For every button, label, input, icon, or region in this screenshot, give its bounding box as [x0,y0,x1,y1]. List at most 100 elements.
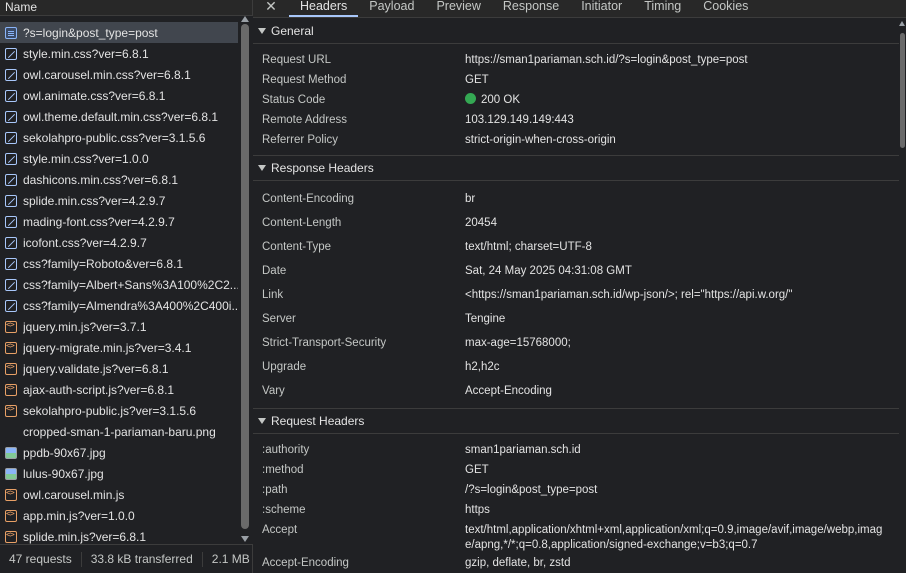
header-name: Date [262,265,287,277]
stylesheet-icon [5,131,17,144]
document-icon [5,26,17,39]
request-row[interactable]: sekolahpro-public.js?ver=3.1.5.6 [0,400,238,421]
general-section: General Request URL https://sman1pariaman… [253,19,899,156]
tab-cookies[interactable]: Cookies [692,0,759,17]
request-headers-section-header[interactable]: Request Headers [253,409,899,434]
request-row[interactable]: owl.animate.css?ver=6.8.1 [0,85,238,106]
tab-headers[interactable]: Headers [289,0,359,17]
scroll-down-arrow-icon[interactable] [241,536,249,542]
request-row[interactable]: icofont.css?ver=4.2.9.7 [0,232,238,253]
response-headers-body: Content-Encoding br Content-Length 20454 Con… [253,181,899,409]
close-icon[interactable]: ✕ [253,0,289,17]
header-value[interactable]: h2,h2c [465,355,899,379]
header-value[interactable]: 20454 [465,211,899,235]
details-scrollbar[interactable] [899,19,906,573]
request-row[interactable]: mading-font.css?ver=4.2.9.7 [0,211,238,232]
header-value[interactable]: <https://sman1pariaman.sch.id/wp-json/>;… [465,283,899,307]
transferred-size: 33.8 kB transferred [82,551,203,567]
header-name: Request URL [262,54,332,66]
request-headers-section: Request Headers :authority sman1pariaman.… [253,409,899,573]
header-row: Link <https://sman1pariaman.sch.id/wp-jso… [253,283,899,307]
request-name: ?s=login&post_type=post [23,25,158,40]
header-value[interactable]: text/html,application/xhtml+xml,applicat… [465,520,899,553]
request-row[interactable]: owl.carousel.min.js [0,484,238,505]
scroll-thumb[interactable] [241,24,249,529]
request-row[interactable]: css?family=Roboto&ver=6.8.1 [0,253,238,274]
request-row[interactable]: owl.carousel.min.css?ver=6.8.1 [0,64,238,85]
header-value[interactable]: Sat, 24 May 2025 04:31:08 GMT [465,259,899,283]
stylesheet-icon [5,194,17,207]
header-value[interactable]: https://sman1pariaman.sch.id/?s=login&po… [465,50,899,70]
request-row[interactable]: lulus-90x67.jpg [0,463,238,484]
header-value[interactable]: /?s=login&post_type=post [465,480,899,500]
request-row[interactable]: dashicons.min.css?ver=6.8.1 [0,169,238,190]
tab-response[interactable]: Response [492,0,570,17]
request-name: css?family=Albert+Sans%3A100%2C2... [23,277,238,292]
request-row[interactable]: cropped-sman-1-pariaman-baru.png [0,421,238,442]
header-value[interactable]: Tengine [465,307,899,331]
request-row[interactable]: css?family=Almendra%3A400%2C400i... [0,295,238,316]
headers-content: General Request URL https://sman1pariaman… [253,19,899,573]
request-row[interactable]: app.min.js?ver=1.0.0 [0,505,238,526]
request-row[interactable]: style.min.css?ver=1.0.0 [0,148,238,169]
response-headers-section-header[interactable]: Response Headers [253,156,899,181]
request-row[interactable]: splide.min.css?ver=4.2.9.7 [0,190,238,211]
tab-timing[interactable]: Timing [633,0,692,17]
header-row: Request Method GET [253,70,899,90]
request-name: jquery-migrate.min.js?ver=3.4.1 [23,340,192,355]
header-name: Content-Encoding [262,193,355,205]
request-row[interactable]: splide.min.js?ver=6.8.1 [0,526,238,544]
scroll-thumb[interactable] [900,33,905,148]
response-headers-section: Response Headers Content-Encoding br Conte… [253,156,899,409]
general-section-header[interactable]: General [253,19,899,44]
header-value[interactable]: GET [465,460,899,480]
stylesheet-icon [5,215,17,228]
request-row[interactable]: ?s=login&post_type=post [0,22,238,43]
header-name: Link [262,289,284,301]
header-row: Content-Type text/html; charset=UTF-8 [253,235,899,259]
request-row[interactable]: style.min.css?ver=6.8.1 [0,43,238,64]
request-row[interactable]: css?family=Albert+Sans%3A100%2C2... [0,274,238,295]
header-value[interactable]: 103.129.149.149:443 [465,110,899,130]
request-name: mading-font.css?ver=4.2.9.7 [23,214,175,229]
header-name: Remote Address [262,114,348,126]
header-name: :authority [262,444,310,456]
header-value[interactable]: https [465,500,899,520]
name-column-header[interactable]: Name [0,0,252,16]
header-value[interactable]: Accept-Encoding [465,379,899,403]
scroll-up-arrow-icon[interactable] [899,21,905,26]
header-value[interactable]: max-age=15768000; [465,331,899,355]
header-row: :authority sman1pariaman.sch.id [253,440,899,460]
status-ok-icon [465,93,476,105]
tab-initiator[interactable]: Initiator [570,0,633,17]
request-row[interactable]: jquery-migrate.min.js?ver=3.4.1 [0,337,238,358]
request-name: owl.theme.default.min.css?ver=6.8.1 [23,109,219,124]
request-row[interactable]: owl.theme.default.min.css?ver=6.8.1 [0,106,238,127]
section-title: Response Headers [271,161,374,175]
header-value[interactable]: GET [465,70,899,90]
request-name: style.min.css?ver=1.0.0 [23,151,149,166]
header-name: Upgrade [262,361,307,373]
request-name: icofont.css?ver=4.2.9.7 [23,235,147,250]
header-value[interactable]: br [465,187,899,211]
request-row[interactable]: sekolahpro-public.css?ver=3.1.5.6 [0,127,238,148]
header-row: Upgrade h2,h2c [253,355,899,379]
request-count: 47 requests [0,551,82,567]
header-value[interactable]: strict-origin-when-cross-origin [465,130,899,150]
header-value[interactable]: gzip, deflate, br, zstd [465,553,899,573]
header-value[interactable]: sman1pariaman.sch.id [465,440,899,460]
header-value[interactable]: 200 OK [465,90,899,110]
header-value[interactable]: text/html; charset=UTF-8 [465,235,899,259]
request-row[interactable]: ajax-auth-script.js?ver=6.8.1 [0,379,238,400]
request-row[interactable]: jquery.min.js?ver=3.7.1 [0,316,238,337]
header-row: Date Sat, 24 May 2025 04:31:08 GMT [253,259,899,283]
request-list-scrollbar[interactable] [238,16,253,544]
scroll-up-arrow-icon[interactable] [241,16,249,22]
request-name: ajax-auth-script.js?ver=6.8.1 [23,382,175,397]
script-icon [5,530,17,543]
tab-payload[interactable]: Payload [358,0,425,17]
request-row[interactable]: jquery.validate.js?ver=6.8.1 [0,358,238,379]
tab-preview[interactable]: Preview [425,0,491,17]
collapse-triangle-icon [258,417,266,424]
request-row[interactable]: ppdb-90x67.jpg [0,442,238,463]
